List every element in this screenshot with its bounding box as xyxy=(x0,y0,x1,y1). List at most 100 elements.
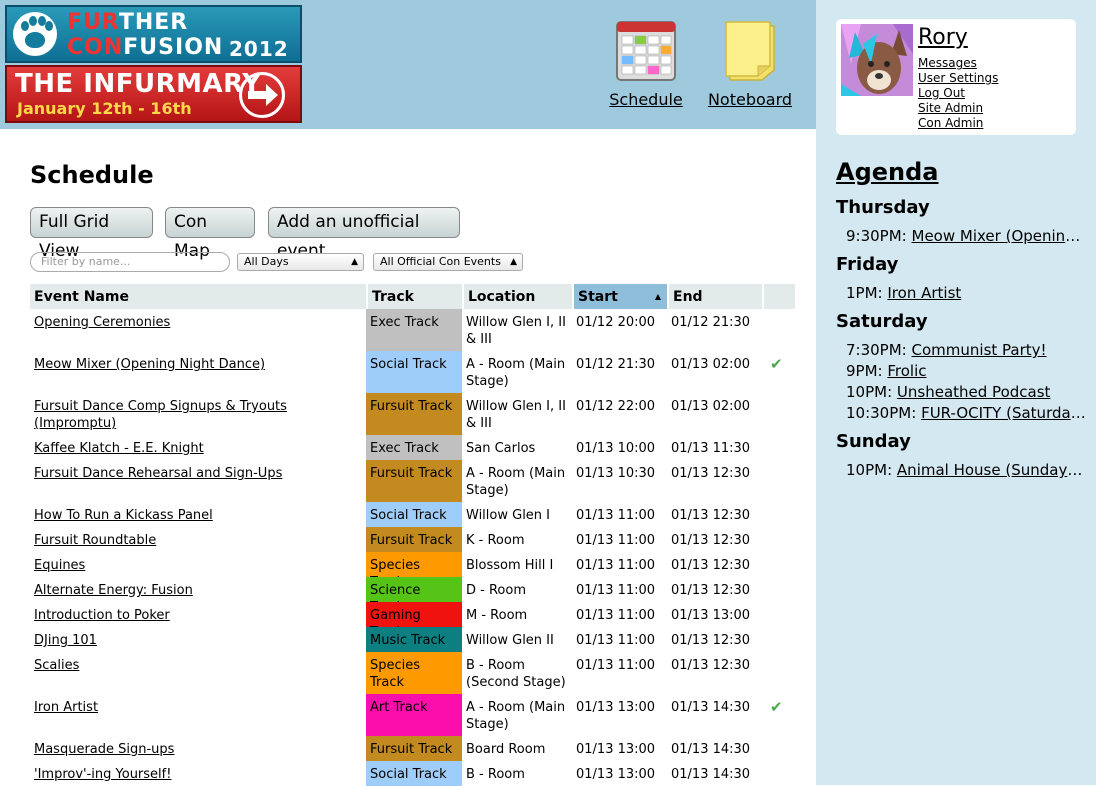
attending-check-icon[interactable]: ✔ xyxy=(766,694,794,716)
col-start-label: Start xyxy=(578,289,618,305)
col-event-name[interactable]: Event Name xyxy=(30,284,366,309)
agenda-item: 10PM: Unsheathed Podcast xyxy=(846,383,1051,401)
table-row: 'Improv'-ing Yourself! Social Track B - Ro… xyxy=(30,761,795,786)
con-map-button[interactable]: Con Map xyxy=(165,207,255,261)
agenda-event-link[interactable]: Meow Mixer (Opening Night Dance) xyxy=(912,227,1086,245)
track-badge: Exec Track xyxy=(366,435,462,460)
event-location: Board Room xyxy=(466,742,546,757)
event-name-link[interactable]: Scalies xyxy=(30,652,366,674)
table-row: Scalies Species Track B - Room (Second Sta… xyxy=(30,652,795,694)
filter-by-name-input[interactable]: Filter by name... xyxy=(30,252,230,272)
event-end: 01/13 14:30 xyxy=(671,767,751,782)
header: FURTHER CONFUSION 2012 THE INFURMARY Jan… xyxy=(0,0,816,129)
select-arrows-icon: ▲ xyxy=(351,257,358,267)
event-start: 01/12 21:30 xyxy=(576,357,656,372)
table-row: Meow Mixer (Opening Night Dance) Social T… xyxy=(30,351,795,393)
event-start: 01/13 11:00 xyxy=(576,558,656,573)
event-location: San Carlos xyxy=(466,441,536,456)
add-unofficial-event-button[interactable]: Add an unofficial event xyxy=(268,207,460,261)
infurmary-banner[interactable]: THE INFURMARY January 12th - 16th xyxy=(5,65,302,123)
event-name-link[interactable]: Masquerade Sign-ups xyxy=(30,736,366,758)
logo-year: 2012 xyxy=(229,37,289,61)
table-row: Fursuit Dance Comp Signups & Tryouts (Im… xyxy=(30,393,795,435)
con-admin-link[interactable]: Con Admin xyxy=(918,116,983,130)
main-content: Schedule Full Grid View Con Map Add an u… xyxy=(0,129,816,786)
log-out-link[interactable]: Log Out xyxy=(918,86,965,100)
paw-icon xyxy=(13,12,57,56)
event-start: 01/13 11:00 xyxy=(576,633,656,648)
track-badge: Social Track xyxy=(366,351,462,393)
event-start: 01/13 10:30 xyxy=(576,466,656,481)
full-grid-view-button[interactable]: Full Grid View xyxy=(30,207,153,261)
event-location: Willow Glen II xyxy=(466,633,554,648)
events-select[interactable]: All Official Con Events ▲ xyxy=(373,253,523,271)
event-start: 01/13 13:00 xyxy=(576,700,656,715)
user-settings-link[interactable]: User Settings xyxy=(918,71,998,85)
nav-schedule[interactable]: Schedule xyxy=(604,18,688,109)
agenda-item: 9:30PM: Meow Mixer (Opening Night Dance) xyxy=(846,227,1086,245)
event-name-link[interactable]: Opening Ceremonies xyxy=(30,309,366,331)
event-end: 01/13 12:30 xyxy=(671,633,751,648)
agenda-event-link[interactable]: FUR-OCITY (Saturday Night Dance) xyxy=(921,404,1086,422)
banner-title: THE INFURMARY xyxy=(15,69,262,99)
event-start: 01/13 11:00 xyxy=(576,608,656,623)
track-badge: Fursuit Track xyxy=(366,393,462,435)
track-badge: Fursuit Track xyxy=(366,527,462,552)
event-name-link[interactable]: Fursuit Dance Comp Signups & Tryouts (Im… xyxy=(30,393,366,432)
event-end: 01/13 12:30 xyxy=(671,658,751,673)
agenda-item: 9PM: Frolic xyxy=(846,362,927,380)
event-start: 01/12 20:00 xyxy=(576,315,656,330)
avatar[interactable] xyxy=(841,24,913,96)
col-location[interactable]: Location xyxy=(462,284,572,309)
agenda-event-link[interactable]: Communist Party! xyxy=(912,341,1047,359)
attending-check-icon[interactable]: ✔ xyxy=(766,351,794,373)
event-name-link[interactable]: 'Improv'-ing Yourself! xyxy=(30,761,366,783)
event-name-link[interactable]: Iron Artist xyxy=(30,694,366,716)
agenda-item: 1PM: Iron Artist xyxy=(846,284,962,302)
col-end[interactable]: End xyxy=(667,284,762,309)
table-body: Opening Ceremonies Exec Track Willow Glen … xyxy=(30,309,795,786)
event-end: 01/13 12:30 xyxy=(671,508,751,523)
event-start: 01/13 10:00 xyxy=(576,441,656,456)
event-name-link[interactable]: How To Run a Kickass Panel xyxy=(30,502,366,524)
track-badge: Species Track xyxy=(366,552,462,590)
site-admin-link[interactable]: Site Admin xyxy=(918,101,983,115)
schedule-table: Event Name Track Location Start ▲ End Op… xyxy=(30,284,795,786)
sidebar: Rory Messages User Settings Log Out Site… xyxy=(816,0,1096,785)
track-badge: Exec Track xyxy=(366,309,462,351)
con-logo[interactable]: FURTHER CONFUSION 2012 xyxy=(5,5,302,63)
event-name-link[interactable]: Alternate Energy: Fusion xyxy=(30,577,366,599)
table-row: Kaffee Klatch - E.E. Knight Exec Track San… xyxy=(30,435,795,460)
agenda-event-link[interactable]: Animal House (Sunday Night Dance) xyxy=(897,461,1086,479)
track-badge: Science Track xyxy=(366,577,462,615)
event-name-link[interactable]: Introduction to Poker xyxy=(30,602,366,624)
track-badge: Gaming Track xyxy=(366,602,462,640)
col-track[interactable]: Track xyxy=(366,284,462,309)
table-row: Fursuit Roundtable Fursuit Track K - Room 0… xyxy=(30,527,795,552)
event-name-link[interactable]: Kaffee Klatch - E.E. Knight xyxy=(30,435,366,457)
agenda-event-link[interactable]: Iron Artist xyxy=(887,284,961,302)
event-name-link[interactable]: Fursuit Roundtable xyxy=(30,527,366,549)
event-name-link[interactable]: Fursuit Dance Rehearsal and Sign-Ups xyxy=(30,460,366,482)
sort-ascending-icon: ▲ xyxy=(654,292,661,301)
track-badge: Species Track xyxy=(366,652,462,694)
event-start: 01/13 11:00 xyxy=(576,533,656,548)
event-name-link[interactable]: DJing 101 xyxy=(30,627,366,649)
event-name-link[interactable]: Equines xyxy=(30,552,366,574)
event-end: 01/13 12:30 xyxy=(671,583,751,598)
user-name[interactable]: Rory xyxy=(918,25,968,50)
event-location: A - Room (Main Stage) xyxy=(466,466,566,498)
event-name-link[interactable]: Meow Mixer (Opening Night Dance) xyxy=(30,351,366,373)
arrow-right-icon xyxy=(239,72,285,118)
days-select[interactable]: All Days ▲ xyxy=(237,253,364,271)
col-start[interactable]: Start ▲ xyxy=(572,284,667,309)
track-badge: Fursuit Track xyxy=(366,736,462,761)
messages-link[interactable]: Messages xyxy=(918,56,977,70)
agenda-event-link[interactable]: Frolic xyxy=(887,362,926,380)
agenda-event-link[interactable]: Unsheathed Podcast xyxy=(897,383,1050,401)
days-select-value: All Days xyxy=(244,255,289,268)
agenda-item: 10PM: Animal House (Sunday Night Dance) xyxy=(846,461,1086,479)
nav-noteboard[interactable]: Noteboard xyxy=(700,18,800,109)
agenda-item: 7:30PM: Communist Party! xyxy=(846,341,1047,359)
track-badge: Music Track xyxy=(366,627,462,652)
